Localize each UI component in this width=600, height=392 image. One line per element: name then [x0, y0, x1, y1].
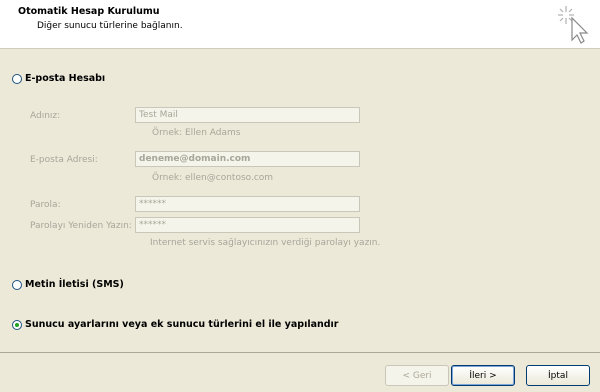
- next-button[interactable]: İleri >: [451, 365, 515, 386]
- cancel-button[interactable]: İptal: [526, 365, 590, 386]
- email-hint: Örnek: ellen@contoso.com: [152, 173, 274, 183]
- wizard-title: Otomatik Hesap Kurulumu: [18, 6, 160, 17]
- password-field[interactable]: ******: [135, 196, 360, 212]
- password-repeat-field[interactable]: ******: [135, 217, 360, 233]
- password-label: Parola:: [30, 200, 61, 210]
- wizard-subtitle: Diğer sunucu türlerine bağlanın.: [37, 21, 183, 31]
- email-label: E-posta Adresi:: [30, 155, 98, 165]
- radio-email-account[interactable]: E-posta Hesabı: [12, 73, 105, 84]
- radio-manual-config-label: Sunucu ayarlarını veya ek sunucu türleri…: [25, 319, 339, 330]
- email-field[interactable]: deneme@domain.com: [135, 151, 360, 167]
- name-label: Adınız:: [30, 111, 61, 121]
- radio-button[interactable]: [12, 279, 22, 290]
- password-repeat-label: Parolayı Yeniden Yazın:: [30, 221, 132, 231]
- sparkle-cursor-icon: [558, 6, 589, 44]
- radio-sms-label: Metin İletisi (SMS): [25, 279, 124, 290]
- radio-manual-config[interactable]: Sunucu ayarlarını veya ek sunucu türleri…: [12, 319, 339, 330]
- radio-button-selected[interactable]: [12, 319, 22, 330]
- radio-email-account-label: E-posta Hesabı: [25, 73, 106, 84]
- name-hint: Örnek: Ellen Adams: [152, 128, 241, 138]
- back-button[interactable]: < Geri: [385, 365, 449, 386]
- radio-sms[interactable]: Metin İletisi (SMS): [12, 279, 124, 290]
- radio-button[interactable]: [12, 73, 22, 84]
- wizard-header: Otomatik Hesap Kurulumu Diğer sunucu tür…: [0, 0, 600, 49]
- wizard-body: E-posta Hesabı Adınız: Test Mail Örnek: …: [0, 49, 600, 352]
- wizard-footer: < Geri İleri > İptal: [0, 352, 600, 392]
- password-hint: Internet servis sağlayıcınızın verdiği p…: [150, 238, 381, 248]
- name-field[interactable]: Test Mail: [135, 107, 360, 123]
